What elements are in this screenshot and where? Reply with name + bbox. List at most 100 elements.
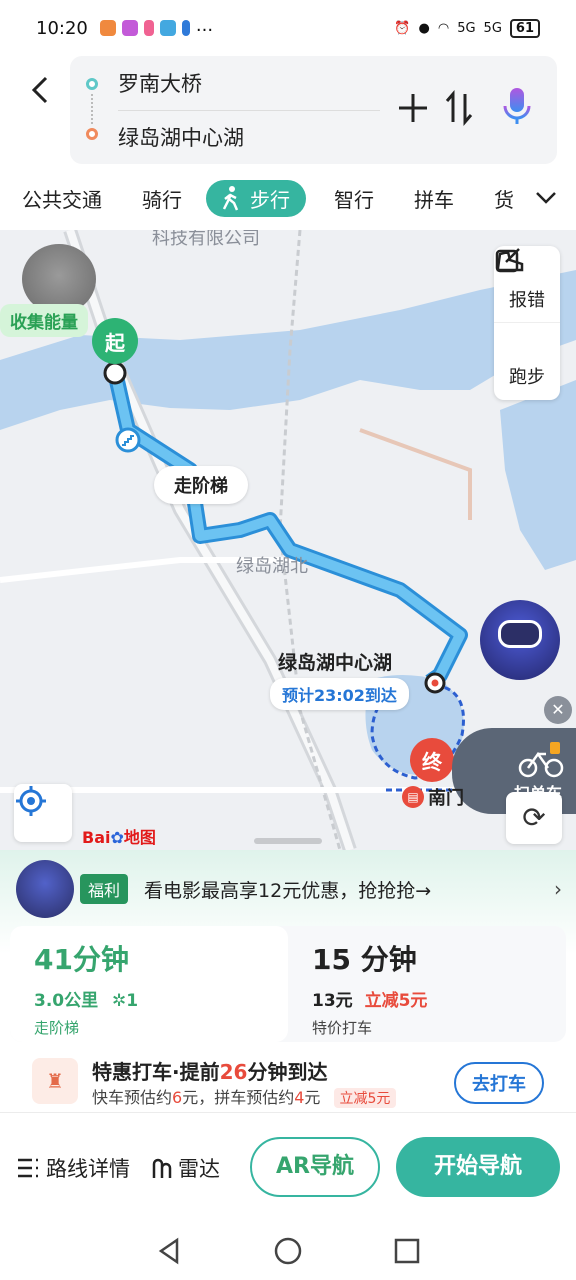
close-icon[interactable]: ✕	[544, 696, 572, 724]
taxi-discount: 立减5元	[364, 991, 428, 1011]
destination-label: 绿岛湖中心湖	[278, 652, 393, 674]
locate-me-button[interactable]	[14, 784, 72, 842]
swap-icon	[445, 89, 473, 127]
radar-icon	[152, 1158, 172, 1178]
microphone-icon	[503, 88, 531, 124]
start-location-field[interactable]: 罗南大桥	[118, 68, 202, 98]
south-gate-label: 南门	[428, 788, 464, 809]
walking-route-outline	[107, 370, 468, 689]
list-icon	[18, 1158, 38, 1177]
chevron-right-icon: ›	[554, 877, 562, 901]
map-side-tools: 报错 跑步	[494, 246, 560, 400]
go-taxi-button[interactable]: 去打车	[454, 1062, 544, 1104]
walking-option-card[interactable]: 41分钟 3.0公里 ✲1 走阶梯	[10, 926, 288, 1042]
transport-mode-tabs: 公共交通 骑行 步行 智行 拼车 货	[0, 176, 576, 220]
tab-freight[interactable]: 货	[494, 184, 514, 213]
baidu-map-logo: Bai✿地图	[82, 828, 156, 847]
promo-tag: 福利	[80, 874, 129, 904]
chevron-down-icon	[536, 192, 556, 204]
more-modes-button[interactable]	[516, 176, 576, 220]
nav-recents-icon[interactable]	[393, 1237, 421, 1265]
walking-distance: 3.0公里	[34, 991, 99, 1011]
voice-input-button[interactable]	[500, 84, 534, 128]
taxi-promo-row[interactable]: ♜ 特惠打车·提前26分钟到达 快车预估约6元，拼车预估约4元 立减5元 去打车	[32, 1056, 560, 1108]
running-button[interactable]: 跑步	[494, 250, 560, 400]
location-icon: ●	[418, 20, 430, 36]
more-notifications-icon: ···	[195, 20, 214, 41]
swap-route-button[interactable]	[444, 88, 474, 136]
notification-icons: ···	[99, 20, 214, 41]
plus-icon	[399, 94, 427, 122]
system-icons: ⏰ ● ◠ 5G 5G 61	[394, 18, 540, 38]
panel-drag-handle[interactable]	[254, 838, 322, 844]
tab-cycling[interactable]: 骑行	[142, 184, 182, 213]
battery-icon: 61	[509, 18, 540, 38]
taxi-duration: 15 分钟	[312, 943, 417, 976]
tab-smart[interactable]: 智行	[334, 184, 374, 213]
taxi-sub: 特价打车	[312, 1019, 373, 1037]
book-notification-icon	[159, 20, 176, 36]
divider	[118, 110, 380, 111]
walking-meta: 3.0公里 ✲1	[34, 986, 264, 1011]
taxi-discount-tag: 立减5元	[333, 1088, 397, 1108]
start-dot-icon	[86, 78, 98, 90]
map-view[interactable]: 收集能量 科技有限公司 报错 跑步 起 走阶梯 绿岛湖北 绿岛湖中心湖 预计23…	[0, 230, 576, 850]
start-pin: 起	[92, 318, 138, 364]
back-button[interactable]	[26, 72, 54, 108]
app-notification-icon	[99, 20, 116, 36]
video-notification-icon	[121, 20, 138, 36]
running-label: 跑步	[509, 367, 545, 388]
river-branch	[500, 380, 576, 570]
poi-north-label: 绿岛湖北	[236, 556, 308, 577]
end-location-field[interactable]: 绿岛湖中心湖	[118, 122, 244, 152]
walking-sub: 走阶梯	[34, 1019, 80, 1037]
south-gate-poi[interactable]: ▤ 南门	[402, 784, 464, 810]
route-details-button[interactable]: 路线详情	[16, 1153, 130, 1183]
route-panel: 福利 看电影最高享12元优惠，抢抢抢→ › 41分钟 3.0公里 ✲1 走阶梯 …	[0, 850, 576, 1110]
tab-walking[interactable]: 步行	[206, 179, 306, 217]
route-input-box: 罗南大桥 绿岛湖中心湖	[70, 56, 557, 164]
route-connector	[91, 94, 93, 124]
collect-energy-badge[interactable]: 收集能量	[0, 304, 88, 337]
status-bar: 10:20 ··· ⏰ ● ◠ 5G 5G 61	[0, 0, 576, 56]
end-marker-center	[431, 679, 439, 687]
poi-pin-icon: ▤	[402, 786, 424, 808]
refresh-route-button[interactable]: ⟳	[506, 792, 562, 844]
assistant-robot-icon[interactable]	[480, 600, 560, 680]
walking-icon	[222, 186, 239, 211]
robot-face	[498, 620, 542, 648]
locate-icon	[16, 786, 46, 816]
music-notification-icon	[143, 20, 154, 36]
ar-navigation-button[interactable]: AR导航	[250, 1137, 380, 1197]
poi-company-label: 科技有限公司	[152, 230, 260, 249]
taxi-icon: ♜	[32, 1058, 78, 1104]
radar-button[interactable]: 雷达	[150, 1153, 220, 1183]
tab-public-transit[interactable]: 公共交通	[22, 184, 102, 213]
taxi-option-card[interactable]: 15 分钟 13元 立减5元 特价打车	[288, 926, 566, 1042]
signal-icon-1: 5G	[457, 20, 476, 36]
add-waypoint-button[interactable]	[396, 86, 430, 139]
shield-notification-icon	[181, 20, 190, 36]
signal-icon-2: 5G	[483, 20, 502, 36]
traffic-light-icon: ✲	[112, 991, 127, 1011]
end-dot-icon	[86, 128, 98, 140]
route-options: 41分钟 3.0公里 ✲1 走阶梯 15 分钟 13元 立减5元 特价打车	[10, 926, 566, 1042]
bicycle-icon	[518, 742, 564, 778]
end-pin: 终	[410, 738, 454, 782]
nav-home-icon[interactable]	[273, 1236, 303, 1266]
tab-carpool[interactable]: 拼车	[414, 184, 454, 213]
radar-label: 雷达	[178, 1156, 220, 1181]
bottom-action-bar: 路线详情 雷达 AR导航 开始导航	[0, 1112, 576, 1222]
system-nav-bar	[0, 1222, 576, 1280]
traffic-light-count: 1	[126, 991, 139, 1011]
nav-back-icon[interactable]	[155, 1236, 183, 1266]
eta-badge: 预计23:02到达	[270, 678, 409, 710]
walking-route	[110, 370, 465, 687]
start-navigation-button[interactable]: 开始导航	[396, 1137, 560, 1197]
report-error-label: 报错	[509, 290, 545, 311]
promo-banner[interactable]: 福利 看电影最高享12元优惠，抢抢抢→ ›	[16, 854, 562, 924]
taxi-promo-subtitle: 快车预估约6元，拼车预估约4元 立减5元	[92, 1084, 397, 1108]
route-details-label: 路线详情	[46, 1156, 130, 1181]
back-arrow-icon	[31, 76, 48, 104]
alarm-icon: ⏰	[394, 20, 411, 36]
